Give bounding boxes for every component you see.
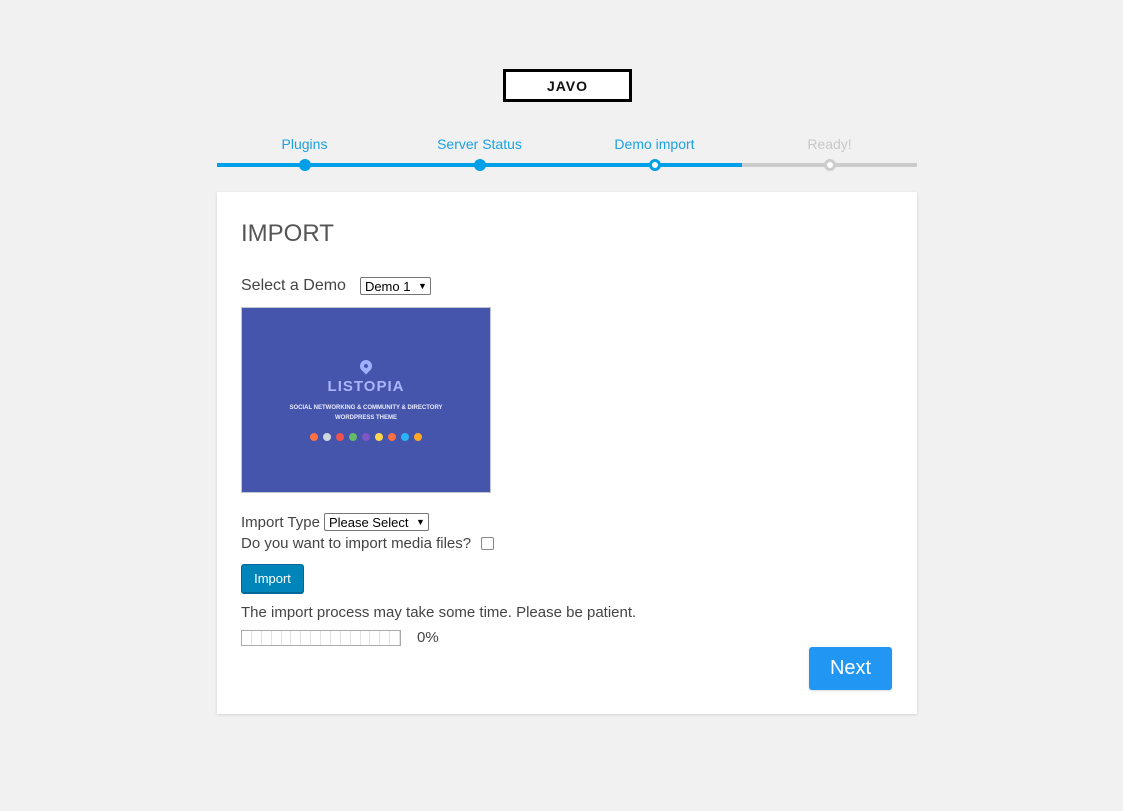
plugin-badge-icon (310, 432, 318, 441)
step-plugins-dot (299, 159, 311, 171)
step-ready-label: Ready! (807, 136, 852, 152)
page-title: IMPORT (241, 220, 334, 247)
setup-progress-steps: Plugins Server Status Demo import Ready! (217, 134, 917, 174)
woocommerce-badge-icon (336, 432, 344, 441)
dropdown-caret-icon: ▼ (416, 517, 425, 527)
import-progress-bar (241, 629, 401, 646)
preview-tagline-line-1: SOCIAL NETWORKING & COMMUNITY & DIRECTOR… (289, 404, 443, 411)
step-demo-import-dot (649, 159, 661, 171)
map-pin-icon (357, 357, 375, 374)
import-progress: 0% (241, 629, 439, 646)
preview-plugin-badges (310, 432, 422, 441)
step-demo-import-label[interactable]: Demo import (567, 136, 742, 152)
import-type-select[interactable]: Please Select ▼ (323, 513, 429, 531)
dropdown-caret-icon: ▼ (418, 281, 427, 291)
css3-badge-icon (401, 432, 409, 441)
preview-tagline-line-2: WORDPRESS THEME (334, 414, 397, 421)
step-ready-dot (824, 159, 836, 171)
import-media-checkbox[interactable] (481, 537, 495, 550)
bootstrap-badge-icon (362, 432, 370, 441)
import-type-label: Import Type (241, 513, 320, 531)
wordpress-badge-icon (323, 432, 331, 441)
html5-badge-icon (388, 432, 396, 441)
import-type-row: Import Type Please Select ▼ (241, 513, 429, 531)
plugin-badge-icon (375, 432, 383, 441)
import-media-row: Do you want to import media files? (241, 535, 495, 552)
demo-select-value: Demo 1 (364, 278, 411, 294)
import-note: The import process may take some time. P… (241, 604, 637, 621)
import-progress-percent: 0% (417, 629, 439, 646)
demo-select-label: Select a Demo (241, 277, 346, 294)
demo-select[interactable]: Demo 1 ▼ (359, 277, 431, 295)
step-server-status-label[interactable]: Server Status (392, 136, 567, 152)
import-media-label: Do you want to import media files? (241, 535, 472, 552)
preview-tagline: SOCIAL NETWORKING & COMMUNITY & DIRECTOR… (276, 403, 456, 423)
step-plugins-label[interactable]: Plugins (217, 136, 392, 152)
preview-brand: LISTOPIA (327, 377, 405, 395)
import-button[interactable]: Import (241, 564, 304, 593)
demo-preview-image: LISTOPIA SOCIAL NETWORKING & COMMUNITY &… (241, 307, 491, 493)
plugin-badge-icon (414, 432, 422, 441)
import-type-value: Please Select (328, 514, 409, 530)
import-panel: IMPORT Select a Demo Demo 1 ▼ LISTOPIA S… (217, 192, 917, 714)
demo-select-row: Select a Demo Demo 1 ▼ (241, 277, 431, 295)
step-server-status-dot (474, 159, 486, 171)
next-button[interactable]: Next (809, 647, 892, 690)
javo-logo: JAVO (503, 69, 632, 102)
plugin-badge-icon (349, 432, 357, 441)
